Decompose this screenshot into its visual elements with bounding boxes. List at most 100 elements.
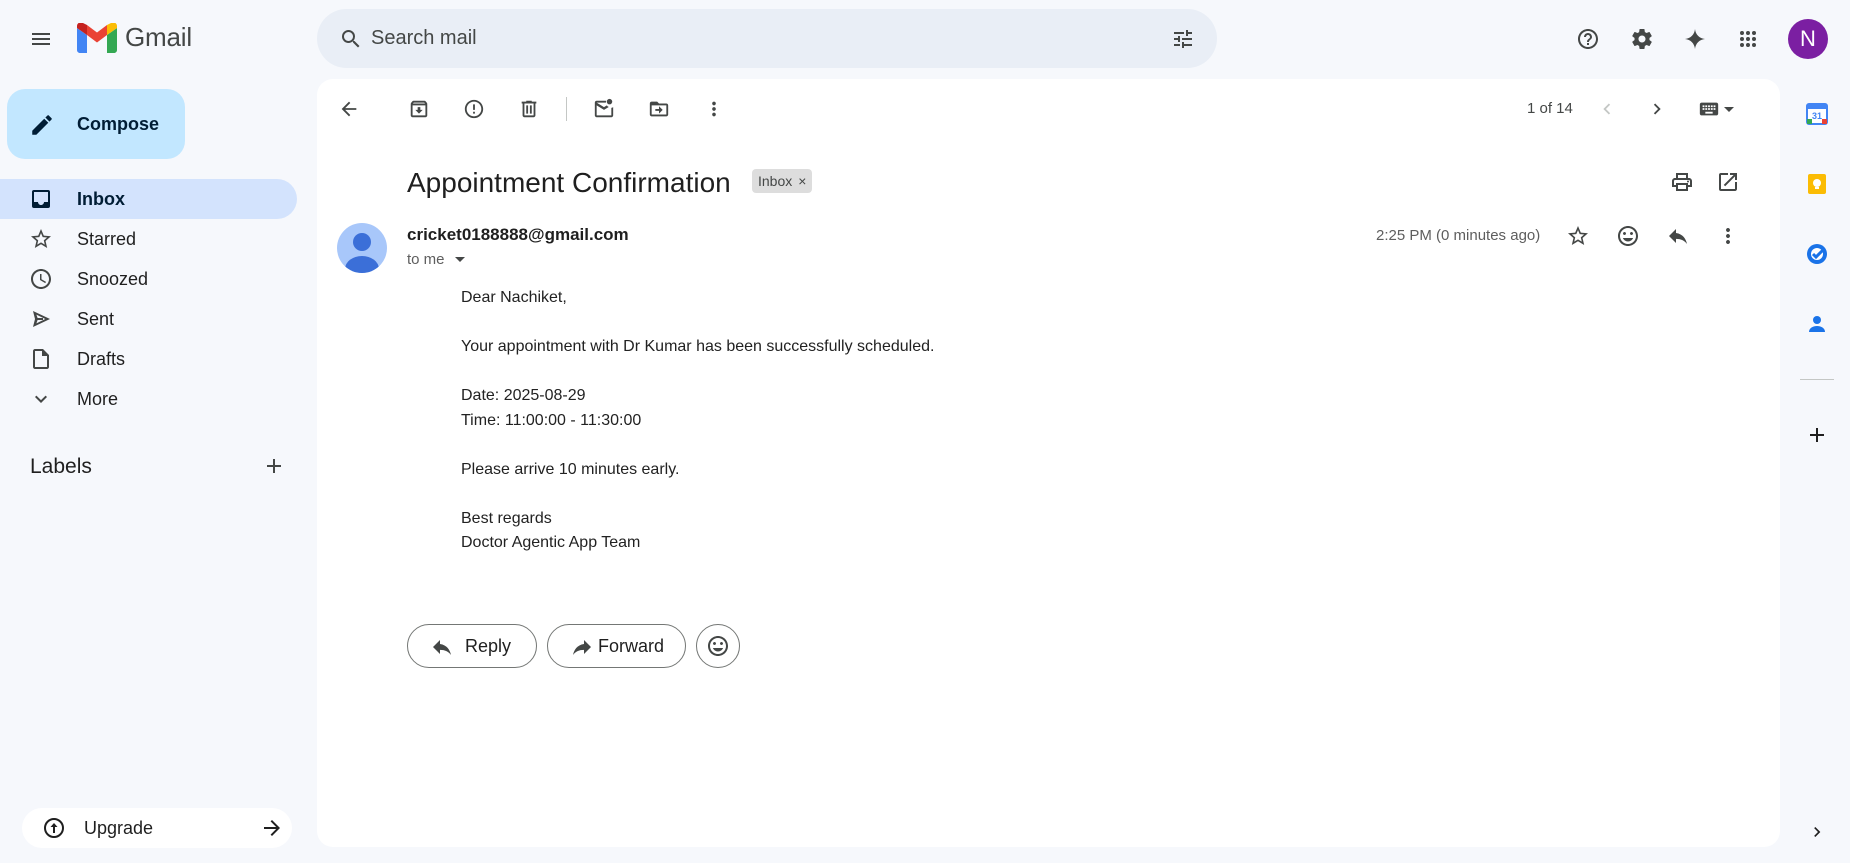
sidebar-item-label: Starred (77, 228, 137, 249)
more-vert-icon (1726, 228, 1730, 244)
help-button[interactable] (1568, 19, 1608, 59)
label-chip-inbox[interactable]: Inbox × (752, 169, 813, 193)
open-new-window-button[interactable] (1708, 162, 1748, 202)
sidebar-item-inbox[interactable]: Inbox (0, 179, 297, 219)
tasks-app-button[interactable] (1797, 234, 1837, 274)
calendar-app-button[interactable]: 31 (1797, 94, 1837, 134)
message-more-button[interactable] (1708, 216, 1748, 256)
gemini-sparkle-icon (1685, 29, 1705, 49)
keyboard-icon (1699, 102, 1719, 116)
trash-icon (521, 100, 537, 118)
open-in-new-icon (1719, 173, 1737, 191)
inbox-icon (32, 190, 50, 208)
emoji-icon (708, 636, 728, 656)
search-bar[interactable] (317, 9, 1217, 68)
print-icon (1672, 173, 1692, 191)
more-actions-button[interactable] (694, 89, 734, 129)
recipient-line: to me (407, 251, 445, 268)
contacts-app-button[interactable] (1797, 304, 1837, 344)
emoji-reaction-button[interactable] (696, 624, 740, 668)
star-icon (1568, 226, 1588, 245)
tune-icon (1174, 30, 1192, 48)
help-icon (1578, 29, 1598, 49)
show-side-panel-button[interactable] (1797, 812, 1837, 852)
body-line (461, 433, 934, 458)
hamburger-menu-icon (32, 33, 50, 45)
body-line: Best regards (461, 509, 552, 527)
sidebar-item-sent[interactable]: Sent (0, 299, 297, 339)
reply-button[interactable]: Reply (407, 624, 537, 668)
person-icon (345, 233, 379, 273)
upgrade-icon (44, 818, 64, 838)
caret-down-icon (1724, 106, 1734, 112)
clock-icon (31, 269, 51, 289)
create-label-button[interactable] (254, 446, 294, 486)
sender-email[interactable]: cricket0188888@gmail.com (407, 225, 629, 245)
reply-icon (433, 640, 451, 655)
apps-grid-icon (1740, 31, 1756, 47)
get-addons-button[interactable] (1797, 415, 1837, 455)
folder-move-icon (649, 101, 669, 117)
side-panel-divider (1800, 379, 1834, 380)
compose-button[interactable]: Compose (7, 89, 185, 159)
body-line (461, 311, 934, 336)
reply-icon-button[interactable] (1658, 216, 1698, 256)
sidebar-item-more[interactable]: More (0, 379, 297, 419)
sidebar-item-label: Inbox (77, 188, 125, 209)
arrow-back-icon (341, 101, 357, 117)
upgrade-label: Upgrade (84, 817, 154, 838)
back-button[interactable] (329, 89, 369, 129)
archive-icon (410, 100, 428, 118)
star-button[interactable] (1558, 216, 1598, 256)
body-line: Doctor Agentic App Team (461, 534, 641, 551)
sidebar-item-drafts[interactable]: Drafts (0, 339, 297, 379)
move-to-button[interactable] (639, 89, 679, 129)
search-options-button[interactable] (1163, 19, 1203, 59)
main-menu-button[interactable] (21, 19, 61, 59)
sidebar-item-label: Snoozed (77, 268, 149, 289)
reply-label: Reply (465, 635, 512, 656)
forward-button[interactable]: Forward (547, 624, 686, 668)
body-line (461, 482, 934, 507)
remove-label-icon[interactable]: × (798, 173, 806, 189)
input-tools-button[interactable] (1688, 89, 1744, 129)
sidebar-item-label: More (77, 388, 119, 409)
sender-avatar[interactable] (337, 223, 387, 273)
add-reaction-button[interactable] (1608, 216, 1648, 256)
search-button[interactable] (331, 19, 371, 59)
report-spam-button[interactable] (454, 89, 494, 129)
delete-button[interactable] (509, 89, 549, 129)
gemini-button[interactable] (1675, 19, 1715, 59)
google-apps-button[interactable] (1728, 19, 1768, 59)
search-input[interactable] (371, 9, 1131, 68)
tasks-check-icon (1807, 244, 1827, 264)
sidebar-item-starred[interactable]: Starred (0, 219, 297, 259)
gmail-m-icon (77, 22, 117, 53)
calendar-icon: 31 (1806, 103, 1828, 125)
labels-heading: Labels (30, 455, 92, 478)
recipient-details-toggle[interactable]: to me (407, 251, 465, 268)
upgrade-button[interactable]: Upgrade (22, 808, 292, 848)
email-subject: Appointment Confirmation (407, 167, 731, 198)
archive-button[interactable] (399, 89, 439, 129)
newer-button[interactable] (1587, 89, 1627, 129)
calendar-day: 31 (1812, 111, 1822, 121)
keep-app-button[interactable] (1797, 164, 1837, 204)
more-vert-icon (712, 101, 716, 117)
mark-unread-button[interactable] (584, 89, 624, 129)
gmail-logo[interactable]: Gmail (77, 22, 192, 53)
account-avatar[interactable]: N (1788, 19, 1828, 59)
gear-icon (1632, 28, 1652, 49)
pagination-count: 1 of 14 (1527, 100, 1573, 117)
app-name: Gmail (125, 22, 192, 52)
older-button[interactable] (1637, 89, 1677, 129)
chevron-right-icon (1814, 827, 1821, 837)
emoji-icon (1618, 226, 1638, 246)
plus-icon (1810, 428, 1824, 442)
sidebar-item-snoozed[interactable]: Snoozed (0, 259, 297, 299)
settings-button[interactable] (1622, 19, 1662, 59)
email-view-panel: 1 of 14 Appointment Confirmation Inbox ×… (317, 79, 1780, 847)
print-all-button[interactable] (1662, 162, 1702, 202)
email-timestamp: 2:25 PM (0 minutes ago) (1376, 227, 1541, 244)
draft-icon (33, 349, 49, 369)
